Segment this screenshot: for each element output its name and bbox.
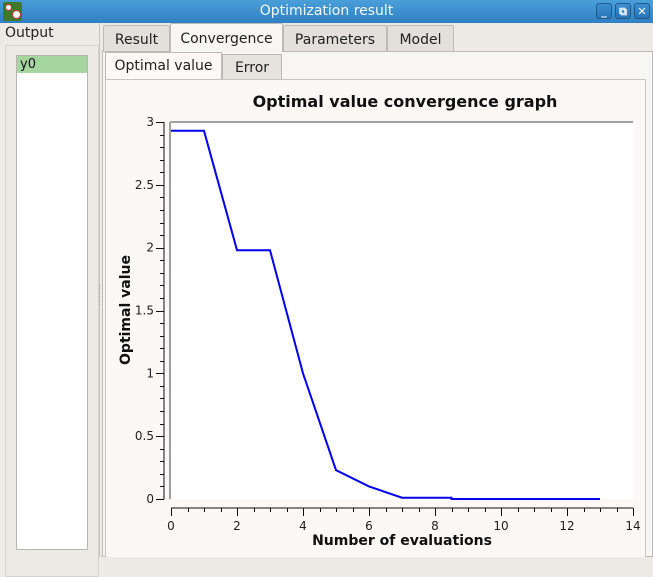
- output-list[interactable]: y0: [16, 55, 88, 550]
- tab-result[interactable]: Result: [103, 25, 170, 51]
- window-title: Optimization result: [0, 3, 653, 19]
- subtab-error[interactable]: Error: [222, 54, 282, 79]
- minimize-button[interactable]: _: [596, 3, 612, 19]
- restore-button[interactable]: ⧉: [615, 3, 631, 19]
- tab-model[interactable]: Model: [387, 25, 454, 51]
- tab-parameters[interactable]: Parameters: [283, 25, 387, 51]
- plot-panel: [105, 79, 646, 557]
- output-label: Output: [5, 25, 54, 41]
- close-button[interactable]: ✕: [634, 3, 650, 19]
- tab-convergence[interactable]: Convergence: [170, 23, 283, 52]
- output-item-y0[interactable]: y0: [17, 56, 87, 73]
- subtab-optimal-value[interactable]: Optimal value: [105, 52, 222, 79]
- title-bar: Optimization result _ ⧉ ✕: [0, 0, 653, 23]
